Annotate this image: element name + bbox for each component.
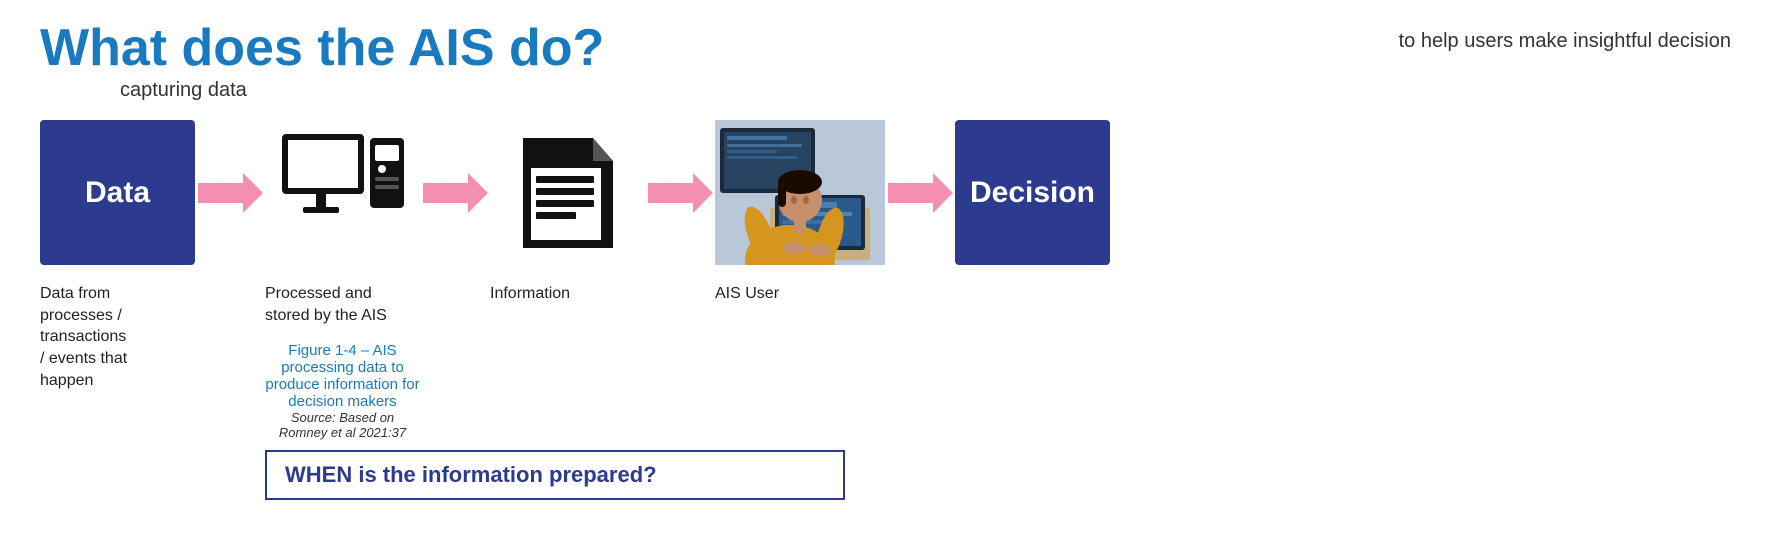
flow-row: Data [40, 120, 1751, 265]
data-box-label: Data [85, 176, 150, 210]
document-icon [518, 133, 618, 253]
arrow-3-icon [648, 173, 713, 213]
figure-caption-title: Figure 1-4 – AIS processing data to prod… [265, 342, 420, 410]
label-data: Data fromprocesses /transactions/ events… [40, 283, 195, 391]
arrow-1-icon [198, 173, 263, 213]
top-right-label: to help users make insightful decision [1399, 30, 1731, 53]
label-computer: Processed andstored by the AIS [265, 283, 420, 326]
data-box: Data [40, 120, 195, 265]
label-photo: AIS User [715, 283, 885, 305]
figure-caption-source: Source: Based on Romney et al 2021:37 [265, 410, 420, 440]
arrow-2-icon [423, 173, 488, 213]
arrow-4-icon [888, 173, 953, 213]
page-container: to help users make insightful decision W… [0, 0, 1791, 553]
labels-row: Data fromprocesses /transactions/ events… [40, 283, 1751, 500]
when-box: WHEN is the information prepared? [265, 450, 845, 500]
when-box-title: WHEN is the information prepared? [285, 462, 657, 487]
label-document: Information [490, 283, 645, 305]
arrow-4 [885, 170, 955, 215]
computer-icon-box [265, 120, 420, 265]
decision-box: Decision [955, 120, 1110, 265]
arrow-1 [195, 170, 265, 215]
computer-icon [278, 133, 408, 253]
document-icon-box [490, 120, 645, 265]
arrow-3 [645, 170, 715, 215]
ais-user-photo [715, 120, 885, 265]
decision-box-label: Decision [970, 176, 1095, 210]
figure-caption: Figure 1-4 – AIS processing data to prod… [265, 342, 420, 440]
arrow-2 [420, 170, 490, 215]
ais-user-scene [715, 120, 885, 265]
label-computer-area: Processed andstored by the AIS Figure 1-… [265, 283, 420, 500]
subtitle-handwritten: capturing data [120, 79, 1751, 102]
